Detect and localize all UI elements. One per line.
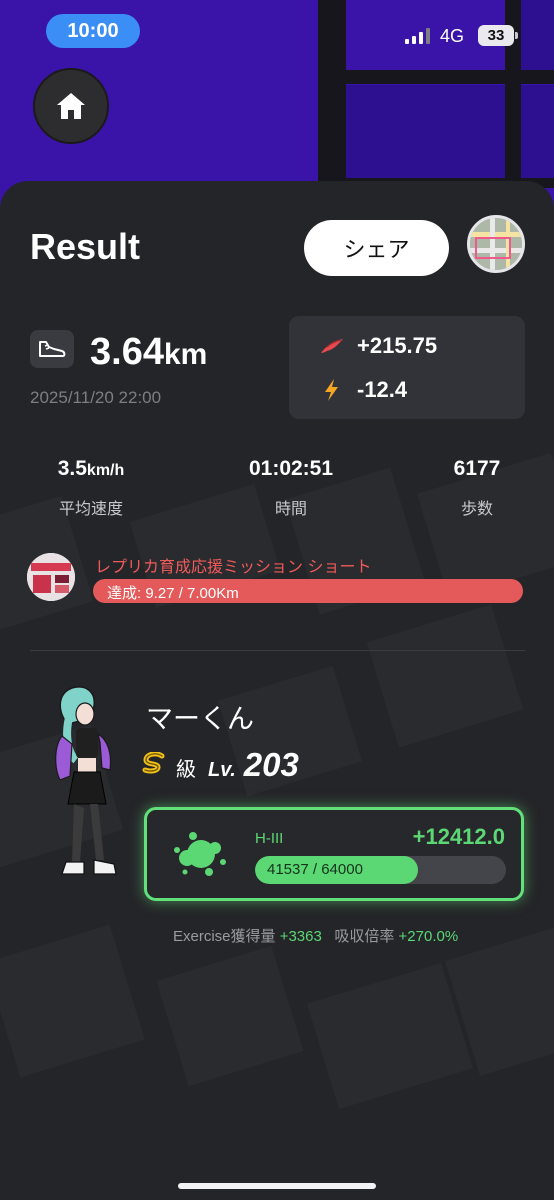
exercise-label: Exercise獲得量	[173, 928, 276, 945]
stat-avg-speed-label: 平均速度	[58, 501, 123, 518]
network-type: 4G	[440, 26, 465, 46]
page-title: Result	[30, 226, 141, 267]
divider	[30, 650, 525, 651]
status-bar: 10:00 4G 33	[0, 0, 554, 60]
stat-avg-speed: 3.5km/h 平均速度	[16, 457, 166, 519]
exercise-value: +3363	[279, 928, 322, 945]
character-rank-row: 級 Lv. 203	[142, 746, 299, 784]
gene-progress-bar: 41537 / 64000	[255, 856, 506, 884]
battery-indicator: 33	[478, 25, 518, 46]
reward-summary: +215.75 -12.4	[289, 316, 525, 419]
stat-duration-label: 時間	[274, 501, 307, 518]
mission-progress-bar: 達成: 9.27 / 7.00Km	[93, 579, 523, 603]
gene-card[interactable]: H-III +12412.0 41537 / 64000	[144, 807, 524, 901]
stat-duration: 01:02:51 時間	[216, 457, 366, 519]
gene-name: H-III	[255, 830, 284, 847]
reward-token-value: +215.75	[357, 333, 438, 358]
share-button[interactable]: シェア	[304, 220, 449, 276]
rank-suffix: 級	[176, 759, 196, 781]
result-card: Result シェア 3.64km 2025/11/20 22:00 +215.…	[0, 181, 554, 1200]
stat-avg-speed-unit: km/h	[86, 462, 125, 479]
gene-cell-icon	[174, 832, 226, 876]
distance-value: 3.64	[90, 331, 164, 373]
absorption-stats: Exercise獲得量 +3363 吸収倍率 +270.0%	[173, 925, 458, 946]
shoe-icon-box	[30, 330, 74, 368]
mission-progress-text: 達成: 9.27 / 7.00Km	[107, 585, 239, 602]
stat-duration-value: 01:02:51	[248, 457, 334, 480]
reward-energy-value: -12.4	[357, 377, 408, 402]
stat-steps-value: 6177	[453, 457, 501, 480]
route-map-thumbnail[interactable]	[467, 215, 525, 273]
home-indicator	[178, 1183, 376, 1189]
shoe-icon	[39, 341, 66, 357]
stat-steps-label: 歩数	[460, 501, 493, 518]
absorb-value: +270.0%	[398, 928, 459, 945]
distance-unit: km	[163, 338, 208, 371]
absorb-label: 吸収倍率	[334, 928, 395, 945]
run-datetime: 2025/11/20 22:00	[30, 388, 162, 407]
mission-title: レプリカ育成応援ミッション ショート	[95, 559, 372, 576]
level-label: Lv.	[208, 759, 236, 781]
gene-progress-text: 41537 / 64000	[267, 861, 363, 878]
mission-icon	[27, 553, 75, 601]
level-value: 203	[243, 746, 299, 783]
status-time: 10:00	[46, 14, 140, 48]
character-name: マーくん	[146, 704, 254, 734]
home-icon	[57, 93, 85, 119]
red-feather-icon	[321, 339, 343, 353]
reward-row-token: +215.75	[319, 333, 437, 359]
s-rank-badge-icon	[142, 752, 165, 774]
lightning-icon	[325, 379, 338, 401]
route-map-image	[470, 218, 522, 270]
stat-avg-speed-value: 3.5	[57, 457, 87, 480]
signal-icon	[405, 28, 430, 44]
home-button[interactable]	[33, 68, 109, 144]
character-avatar	[55, 686, 117, 875]
gene-gain: +12412.0	[412, 824, 505, 849]
stat-steps: 6177 歩数	[402, 457, 552, 519]
reward-row-energy: -12.4	[319, 377, 407, 403]
distance-display: 3.64km	[90, 331, 207, 374]
